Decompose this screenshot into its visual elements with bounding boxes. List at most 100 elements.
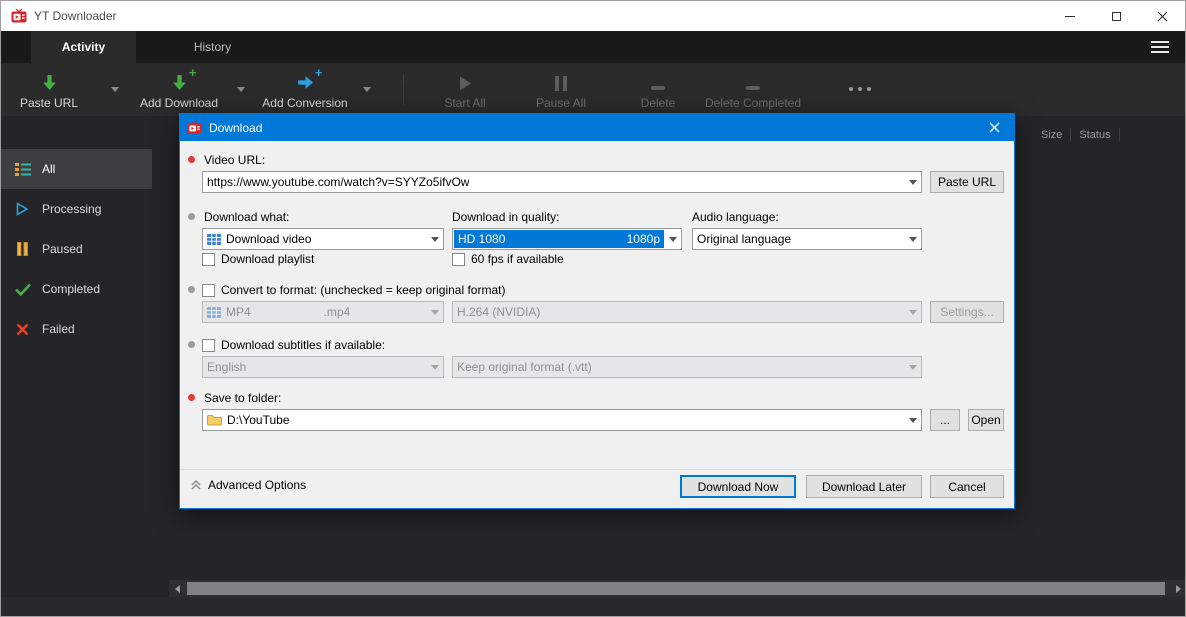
sidebar: All Processing Paused Completed (1, 116, 152, 580)
sidebar-item-all[interactable]: All (1, 149, 152, 189)
footer-divider (180, 469, 1014, 470)
scroll-left-button[interactable] (169, 580, 186, 597)
chevron-down-icon[interactable] (426, 302, 443, 322)
add-download-dropdown-caret[interactable] (237, 87, 245, 92)
dialog-body: Video URL: https://www.youtube.com/watch… (180, 141, 1014, 509)
audio-language-label: Audio language: (692, 210, 779, 224)
sidebar-item-completed[interactable]: Completed (1, 269, 152, 309)
completed-check-icon (14, 283, 31, 296)
browse-folder-button[interactable]: ... (930, 409, 960, 431)
quality-combobox[interactable]: HD 1080 1080p (452, 228, 682, 250)
maximize-button[interactable] (1093, 1, 1139, 31)
fps-checkbox[interactable]: 60 fps if available (452, 252, 564, 266)
paste-url-button[interactable]: Paste URL (1, 63, 97, 116)
start-all-button[interactable]: Start All (425, 63, 505, 116)
quality-selected-value: HD 1080 1080p (454, 230, 664, 248)
add-conversion-label: Add Conversion (262, 96, 347, 110)
chevron-down-icon[interactable] (904, 172, 921, 192)
toolbar-overflow-button[interactable] (849, 87, 871, 91)
sidebar-item-processing[interactable]: Processing (1, 189, 152, 229)
download-playlist-label: Download playlist (221, 252, 314, 266)
download-playlist-checkbox[interactable]: Download playlist (202, 252, 314, 266)
delete-completed-icon (746, 71, 760, 91)
quality-badge: 1080p (627, 232, 660, 246)
scrollbar-thumb[interactable] (187, 582, 1165, 595)
open-folder-button[interactable]: Open (968, 409, 1004, 431)
maximize-icon (1112, 12, 1121, 21)
paste-url-dialog-button[interactable]: Paste URL (930, 171, 1004, 193)
app-icon (11, 9, 27, 23)
column-header-status[interactable]: Status (1079, 129, 1110, 141)
download-subtitles-checkbox[interactable]: Download subtitles if available: (202, 338, 385, 352)
tab-history[interactable]: History (136, 31, 289, 63)
convert-format-combobox[interactable]: MP4 .mp4 (202, 301, 444, 323)
pause-all-label: Pause All (536, 96, 586, 110)
chevron-down-icon[interactable] (426, 229, 443, 249)
column-separator (1119, 128, 1120, 141)
all-list-icon (14, 163, 31, 176)
add-conversion-icon: + (297, 71, 314, 91)
chevron-down-icon[interactable] (426, 357, 443, 377)
hamburger-menu-button[interactable] (1143, 31, 1177, 63)
save-folder-combobox[interactable]: D:\YouTube (202, 409, 922, 431)
codec-value: H.264 (NVIDIA) (457, 305, 540, 319)
group-bullet (188, 286, 195, 293)
start-all-label: Start All (444, 96, 485, 110)
pause-all-button[interactable]: Pause All (521, 63, 601, 116)
dialog-titlebar[interactable]: Download (180, 114, 1014, 141)
checkbox-box (452, 253, 465, 266)
folder-icon (207, 414, 222, 426)
sidebar-item-paused[interactable]: Paused (1, 229, 152, 269)
tab-activity[interactable]: Activity (31, 31, 136, 63)
delete-button[interactable]: Delete (618, 63, 698, 116)
horizontal-scrollbar[interactable] (169, 580, 1186, 597)
chevron-down-icon[interactable] (904, 410, 921, 430)
add-conversion-dropdown-caret[interactable] (363, 87, 371, 92)
codec-combobox[interactable]: H.264 (NVIDIA) (452, 301, 922, 323)
chevron-down-icon[interactable] (904, 357, 921, 377)
sidebar-item-failed[interactable]: Failed (1, 309, 152, 349)
toolbar-separator (403, 74, 404, 105)
cancel-button[interactable]: Cancel (930, 475, 1004, 498)
minimize-icon (1065, 16, 1075, 17)
paste-url-label: Paste URL (20, 96, 78, 110)
save-folder-value: D:\YouTube (227, 413, 290, 427)
subtitle-format-value: Keep original format (.vtt) (457, 360, 592, 374)
advanced-options-toggle[interactable]: Advanced Options (190, 478, 306, 492)
checkbox-box (202, 284, 215, 297)
dialog-title: Download (209, 121, 262, 135)
add-download-icon: + (171, 71, 188, 91)
chevron-down-icon[interactable] (904, 302, 921, 322)
add-conversion-button[interactable]: + Add Conversion (253, 63, 357, 116)
subtitle-format-combobox[interactable]: Keep original format (.vtt) (452, 356, 922, 378)
subtitle-language-combobox[interactable]: English (202, 356, 444, 378)
video-url-combobox[interactable]: https://www.youtube.com/watch?v=SYYZo5if… (202, 171, 922, 193)
window-controls (1047, 1, 1185, 31)
scroll-right-button[interactable] (1170, 580, 1186, 597)
paused-pause-icon (14, 242, 31, 256)
download-later-button[interactable]: Download Later (806, 475, 922, 498)
double-chevron-up-icon (190, 479, 202, 491)
convert-format-checkbox[interactable]: Convert to format: (unchecked = keep ori… (202, 283, 505, 297)
chevron-down-icon[interactable] (904, 229, 921, 249)
plus-icon: + (315, 65, 323, 80)
paste-url-dropdown-caret[interactable] (111, 87, 119, 92)
toolbar: Paste URL + Add Download + Add Conversio… (1, 63, 1185, 116)
titlebar: YT Downloader (1, 1, 1185, 31)
settings-button[interactable]: Settings... (930, 301, 1004, 323)
download-what-combobox[interactable]: Download video (202, 228, 444, 250)
delete-completed-button[interactable]: Delete Completed (701, 63, 805, 116)
audio-language-value: Original language (697, 232, 791, 246)
sidebar-item-label: Paused (42, 242, 83, 256)
download-now-button[interactable]: Download Now (680, 475, 796, 498)
minimize-button[interactable] (1047, 1, 1093, 31)
add-download-button[interactable]: + Add Download (127, 63, 231, 116)
convert-format-value: MP4 (226, 305, 251, 319)
audio-language-combobox[interactable]: Original language (692, 228, 922, 250)
chevron-down-icon[interactable] (664, 229, 681, 249)
close-icon (1157, 11, 1168, 22)
download-what-label: Download what: (204, 210, 289, 224)
column-header-size[interactable]: Size (1041, 129, 1062, 141)
close-button[interactable] (1139, 1, 1185, 31)
dialog-close-button[interactable] (974, 114, 1014, 141)
